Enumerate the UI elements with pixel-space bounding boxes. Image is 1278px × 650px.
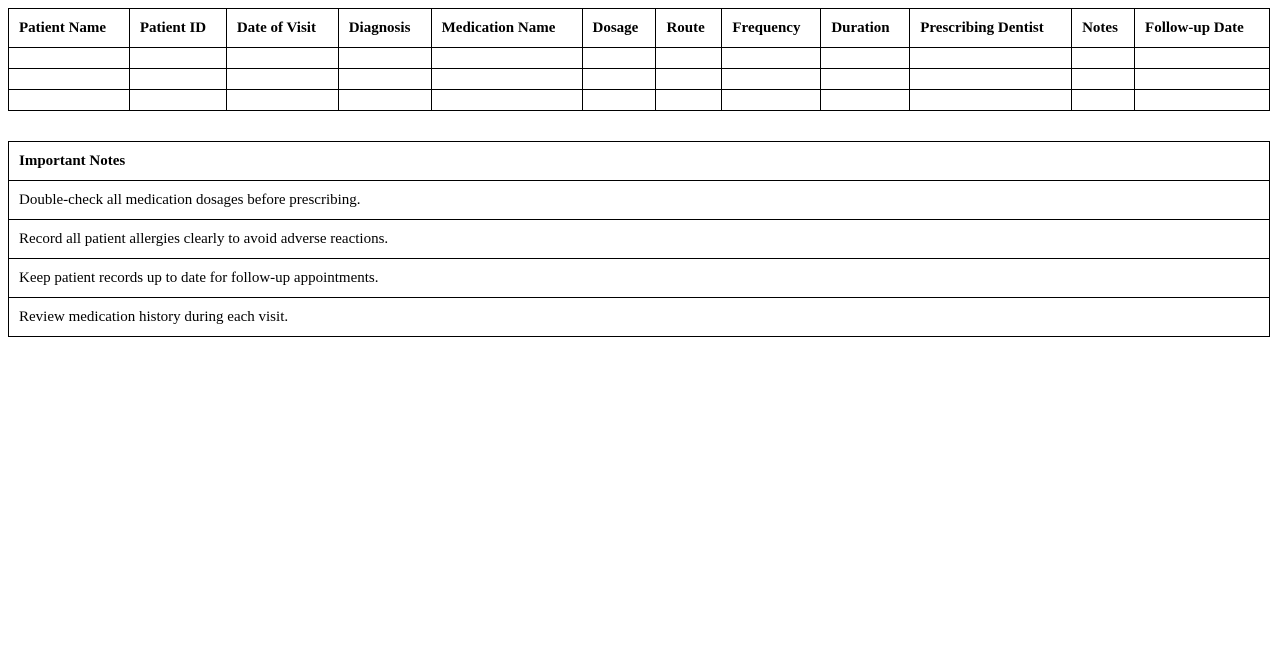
table-cell[interactable]	[820, 68, 911, 90]
table-row	[8, 47, 1270, 69]
table-row	[8, 89, 1270, 111]
table-row	[8, 68, 1270, 90]
note-item: Double-check all medication dosages befo…	[8, 180, 1270, 220]
note-row: Double-check all medication dosages befo…	[8, 180, 1270, 220]
table-cell[interactable]	[909, 89, 1073, 111]
table-cell[interactable]	[1071, 47, 1136, 69]
header-duration: Duration	[820, 8, 911, 48]
important-notes-table: Important Notes Double-check all medicat…	[8, 141, 1270, 337]
notes-header-row: Important Notes	[8, 141, 1270, 181]
table-cell[interactable]	[225, 89, 339, 111]
table-cell[interactable]	[820, 89, 911, 111]
note-row: Record all patient allergies clearly to …	[8, 219, 1270, 259]
table-cell[interactable]	[128, 47, 227, 69]
table-cell[interactable]	[721, 89, 822, 111]
table-cell[interactable]	[337, 68, 432, 90]
table-cell[interactable]	[909, 47, 1073, 69]
header-dosage: Dosage	[581, 8, 657, 48]
table-cell[interactable]	[337, 47, 432, 69]
table-cell[interactable]	[225, 47, 339, 69]
table-cell[interactable]	[225, 68, 339, 90]
header-patient-name: Patient Name	[8, 8, 130, 48]
table-cell[interactable]	[8, 47, 130, 69]
table-cell[interactable]	[820, 47, 911, 69]
header-diagnosis: Diagnosis	[337, 8, 432, 48]
table-cell[interactable]	[337, 89, 432, 111]
table-cell[interactable]	[909, 68, 1073, 90]
table-cell[interactable]	[8, 89, 130, 111]
table-cell[interactable]	[655, 68, 723, 90]
table-cell[interactable]	[1071, 89, 1136, 111]
table-cell[interactable]	[1134, 89, 1270, 111]
header-frequency: Frequency	[721, 8, 822, 48]
page: Patient Name Patient ID Date of Visit Di…	[0, 0, 1278, 650]
header-medication-name: Medication Name	[430, 8, 583, 48]
table-cell[interactable]	[721, 47, 822, 69]
prescription-records-table: Patient Name Patient ID Date of Visit Di…	[8, 8, 1270, 111]
table-cell[interactable]	[581, 68, 657, 90]
table-cell[interactable]	[1071, 68, 1136, 90]
table-cell[interactable]	[655, 89, 723, 111]
records-table-body	[8, 47, 1270, 111]
table-cell[interactable]	[581, 89, 657, 111]
table-cell[interactable]	[721, 68, 822, 90]
note-row: Review medication history during each vi…	[8, 297, 1270, 337]
table-cell[interactable]	[655, 47, 723, 69]
header-patient-id: Patient ID	[128, 8, 227, 48]
note-item: Keep patient records up to date for foll…	[8, 258, 1270, 298]
notes-heading: Important Notes	[8, 141, 1270, 181]
table-cell[interactable]	[128, 68, 227, 90]
table-cell[interactable]	[1134, 47, 1270, 69]
table-cell[interactable]	[430, 68, 583, 90]
header-date-of-visit: Date of Visit	[225, 8, 339, 48]
table-cell[interactable]	[430, 89, 583, 111]
table-cell[interactable]	[1134, 68, 1270, 90]
table-header-row: Patient Name Patient ID Date of Visit Di…	[8, 8, 1270, 48]
header-follow-up-date: Follow-up Date	[1134, 8, 1270, 48]
header-route: Route	[655, 8, 723, 48]
table-cell[interactable]	[8, 68, 130, 90]
note-row: Keep patient records up to date for foll…	[8, 258, 1270, 298]
table-cell[interactable]	[581, 47, 657, 69]
table-cell[interactable]	[128, 89, 227, 111]
notes-table-body: Double-check all medication dosages befo…	[8, 180, 1270, 337]
header-prescribing-dentist: Prescribing Dentist	[909, 8, 1073, 48]
note-item: Review medication history during each vi…	[8, 297, 1270, 337]
note-item: Record all patient allergies clearly to …	[8, 219, 1270, 259]
header-notes: Notes	[1071, 8, 1136, 48]
table-cell[interactable]	[430, 47, 583, 69]
